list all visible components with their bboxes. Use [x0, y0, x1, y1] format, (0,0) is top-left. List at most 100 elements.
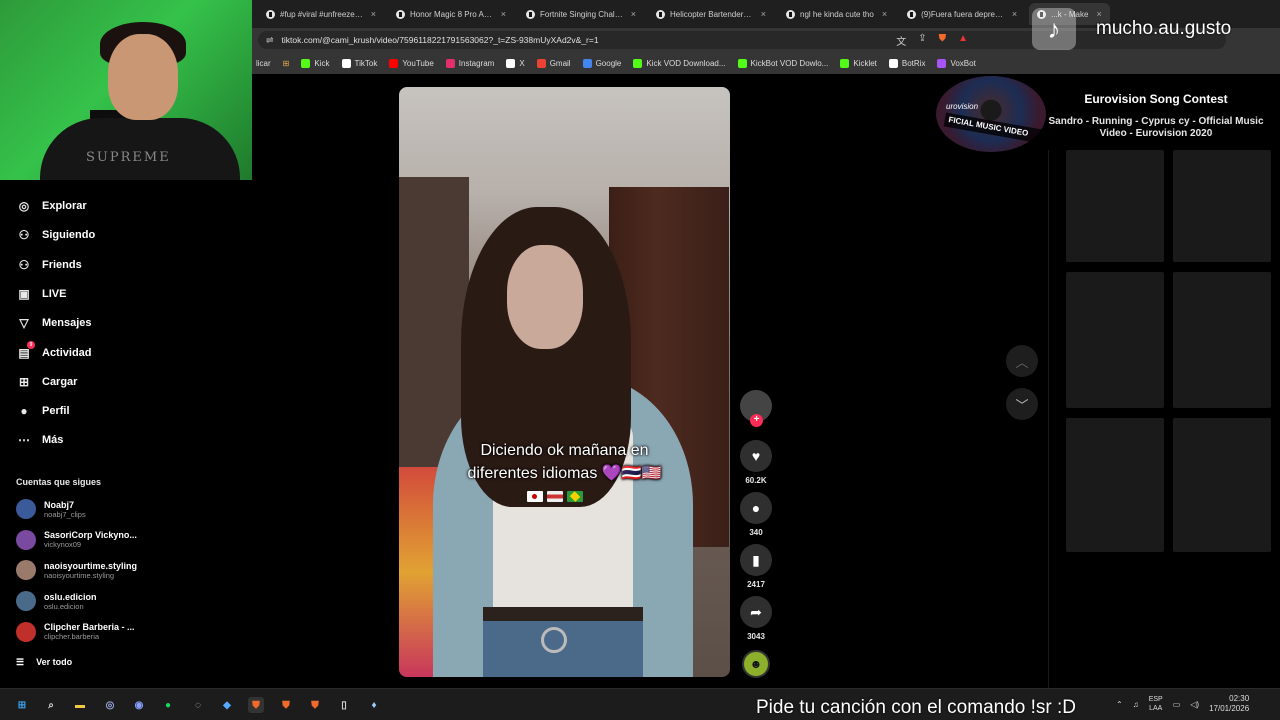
bookmark-item[interactable]: Kicklet: [840, 58, 877, 68]
live-icon: ▣: [18, 286, 30, 301]
share-button[interactable]: ➦: [740, 596, 772, 628]
tiktok-favicon-icon: [526, 9, 535, 19]
lang-bottom: LAA: [1149, 705, 1163, 712]
bookmark-item[interactable]: licar: [256, 59, 271, 68]
brave-rewards-icon[interactable]: ▲: [958, 33, 968, 48]
microphone-icon[interactable]: ♫: [1133, 700, 1139, 709]
followed-account[interactable]: oslu.edicion oslu.edicion: [16, 591, 97, 612]
album-art: [936, 76, 1046, 152]
brave-browser-icon[interactable]: ⛊: [248, 697, 264, 713]
video-caption: Diciendo ok mañana en diferentes idiomas…: [399, 439, 730, 485]
windows-start-icon[interactable]: ⊞: [14, 697, 30, 713]
nav-item-friends[interactable]: ⚇ Friends: [16, 257, 82, 273]
nav-label: Friends: [42, 258, 82, 271]
bookmark-item[interactable]: Instagram: [445, 58, 494, 68]
nav-item-actividad[interactable]: ▤ 9 Actividad: [16, 340, 92, 361]
notification-badge: 9: [27, 340, 35, 349]
site-info-icon[interactable]: ⇌: [266, 35, 274, 46]
previous-video-button[interactable]: ︿: [1006, 345, 1038, 377]
account-handle: noabj7_clips: [44, 509, 86, 519]
obs-icon[interactable]: ◎: [102, 697, 118, 713]
thumbnail-placeholder: [1173, 418, 1271, 552]
close-tab-icon[interactable]: ×: [1012, 9, 1017, 19]
bookmark-item[interactable]: TikTok: [341, 58, 377, 68]
volume-icon[interactable]: ◁): [1190, 700, 1199, 709]
compass-icon: ◎: [18, 199, 30, 213]
document-icon[interactable]: ▯: [336, 697, 352, 713]
bookmark-item[interactable]: YouTube: [389, 58, 434, 68]
caption-line-1: Diciendo ok mañana en: [480, 442, 649, 459]
browser-tab[interactable]: (9)Fuera fuera depresión ×: [899, 3, 1025, 25]
nav-item-explorar[interactable]: ◎ Explorar: [16, 198, 87, 214]
network-icon[interactable]: ▭: [1173, 700, 1181, 709]
nav-item-perfil[interactable]: ● Perfil: [16, 403, 69, 419]
apps-grid-icon[interactable]: ⊞: [283, 59, 290, 68]
brave-shield-icon[interactable]: ⛊: [939, 33, 947, 48]
search-icon[interactable]: ⌕: [43, 697, 59, 713]
close-tab-icon[interactable]: ×: [761, 9, 766, 19]
nav-item-siguiendo[interactable]: ⚇ Siguiendo: [16, 227, 96, 243]
followed-account[interactable]: Clipcher Barberia - ... clipcher.barberia: [16, 621, 135, 642]
bookmark-item[interactable]: Kick VOD Download...: [633, 58, 726, 68]
discord-icon[interactable]: ◉: [131, 697, 147, 713]
account-name: oslu.edicion: [44, 591, 97, 602]
sound-disc-icon[interactable]: ☻: [742, 650, 770, 678]
bookmark-icon: [888, 58, 898, 68]
tab-label: Helicopter Bartender's Un: [670, 9, 753, 19]
bookmark-item[interactable]: Gmail: [536, 58, 571, 68]
save-count: 2417: [747, 580, 765, 589]
person-face: [507, 245, 583, 349]
save-button[interactable]: ▮: [740, 544, 772, 576]
url-field[interactable]: ⇌ tiktok.com/@cami_krush/video/759611822…: [258, 31, 1226, 49]
nav-item-live[interactable]: ▣ LIVE: [16, 286, 66, 302]
close-tab-icon[interactable]: ×: [631, 9, 636, 19]
bookmark-item[interactable]: Kick: [301, 58, 330, 68]
bookmark-item[interactable]: BotRix: [888, 58, 926, 68]
app-feather-icon[interactable]: ♦: [366, 697, 382, 713]
spotify-icon[interactable]: ●: [160, 697, 176, 713]
followed-account[interactable]: naoisyourtime.styling naoisyourtime.styli…: [16, 560, 137, 581]
next-video-button[interactable]: ﹀: [1006, 388, 1038, 420]
nav-item-cargar[interactable]: ⊞ Cargar: [16, 374, 78, 390]
share-icon[interactable]: ⇪: [918, 33, 926, 48]
bookmark-icon: [389, 58, 399, 68]
comment-button[interactable]: ●: [740, 492, 772, 524]
bookmark-label: BotRix: [901, 58, 926, 68]
app-icon[interactable]: ◌: [190, 697, 206, 713]
song-subtitle: Sandro - Running - Cyprus cy - Official …: [1048, 116, 1264, 139]
bookmark-item[interactable]: Google: [582, 58, 621, 68]
bookmark-item[interactable]: VoxBot: [937, 58, 976, 68]
tray-chevron-icon[interactable]: ⌃: [1116, 700, 1123, 709]
browser-tab[interactable]: Fortnite Singing Challenge ×: [518, 3, 644, 25]
bookmark-label: Kick: [314, 58, 330, 68]
account-handle: oslu.edicion: [44, 601, 84, 611]
translate-icon[interactable]: 文: [896, 33, 906, 48]
video-player[interactable]: Diciendo ok mañana en diferentes idiomas…: [399, 87, 730, 677]
like-button[interactable]: ♥: [740, 440, 772, 472]
follow-plus-icon[interactable]: +: [750, 414, 763, 427]
bookmark-icon: [506, 58, 516, 68]
close-tab-icon[interactable]: ×: [501, 9, 506, 19]
bookmark-item[interactable]: KickBot VOD Dowlo...: [737, 58, 828, 68]
followed-account[interactable]: Noabj7 noabj7_clips: [16, 499, 86, 519]
browser-tab[interactable]: #fup #viral #unfreezemyac ×: [258, 3, 384, 25]
brave-browser-icon-2[interactable]: ⛊: [278, 697, 294, 713]
bookmark-item[interactable]: X: [506, 58, 525, 68]
brave-browser-icon-3[interactable]: ⛊: [307, 697, 323, 713]
language-indicator[interactable]: ESP LAA: [1149, 695, 1163, 713]
clock[interactable]: 02:30 17/01/2026: [1209, 694, 1249, 714]
nav-label: Más: [42, 434, 64, 447]
tiktok-logo-icon: ♪: [1032, 8, 1076, 50]
caption-flags: [527, 491, 583, 502]
followed-account[interactable]: SasoriCorp Vickyno... vickynox09: [16, 529, 137, 550]
close-tab-icon[interactable]: ×: [371, 9, 376, 19]
browser-tab[interactable]: Honor Magic 8 Pro Air llega ×: [388, 3, 514, 25]
app-diamond-icon[interactable]: ◆: [219, 697, 235, 713]
close-tab-icon[interactable]: ×: [882, 9, 887, 19]
nav-item-más[interactable]: ⋯ Más: [16, 432, 63, 448]
browser-tab[interactable]: Helicopter Bartender's Un ×: [648, 3, 774, 25]
browser-tab[interactable]: ngl he kinda cute tho ×: [778, 3, 895, 25]
nav-item-mensajes[interactable]: ▽ Mensajes: [16, 315, 91, 331]
see-all-link[interactable]: ☰ Ver todo: [16, 657, 72, 668]
file-explorer-icon[interactable]: ▬: [72, 697, 88, 713]
